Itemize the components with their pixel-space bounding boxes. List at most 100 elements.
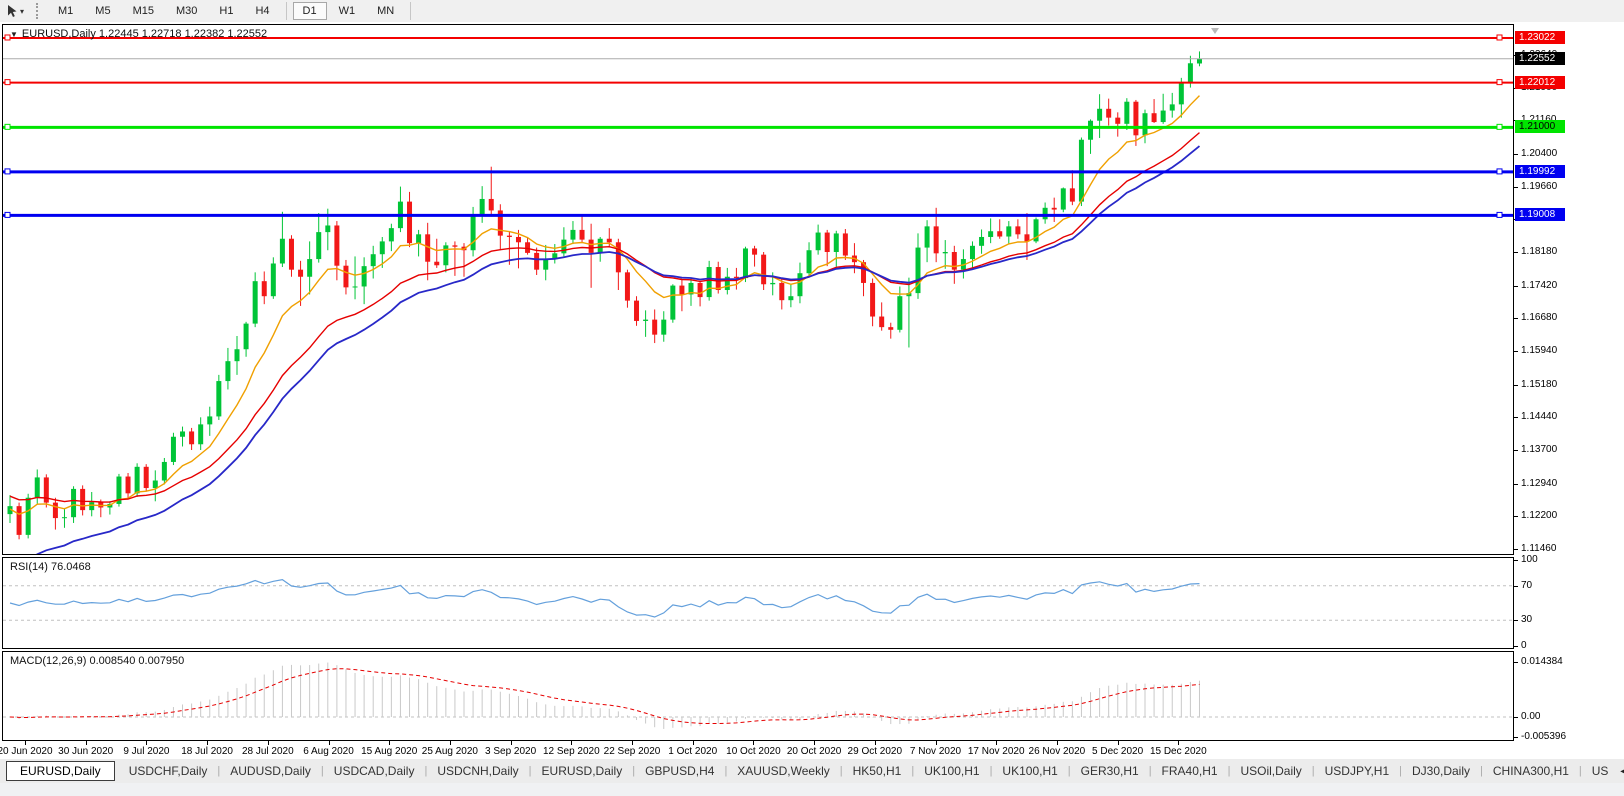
timeframe-button-h1[interactable]: H1 (209, 2, 243, 20)
time-tick-mark (511, 741, 512, 745)
tab-us[interactable]: US (1582, 762, 1619, 780)
tab-uk100-h1[interactable]: UK100,H1 (914, 762, 989, 780)
price-chart-canvas[interactable] (3, 25, 1513, 554)
time-tick-label: 6 Aug 2020 (303, 746, 354, 757)
time-tick-mark (389, 741, 390, 745)
time-tick-label: 22 Sep 2020 (604, 746, 661, 757)
tab-eurusd-daily[interactable]: EURUSD,Daily (532, 762, 633, 780)
tool-dropdown-caret[interactable]: ▾ (20, 7, 24, 16)
timeframe-button-m30[interactable]: M30 (166, 2, 207, 20)
hline-handle[interactable] (1497, 124, 1502, 129)
macd-tick-label: -0.005396 (1521, 731, 1566, 743)
tab-ger30-h1[interactable]: GER30,H1 (1071, 762, 1149, 780)
time-tick-label: 3 Sep 2020 (485, 746, 536, 757)
timeframe-button-m1[interactable]: M1 (48, 2, 83, 20)
line-price-badge: 1.21000 (1515, 120, 1565, 133)
macd-tick-label: 0.00 (1521, 711, 1540, 723)
hline-handle[interactable] (1497, 80, 1502, 85)
rsi-tick-label: 70 (1521, 580, 1532, 592)
hline-handle[interactable] (1497, 169, 1502, 174)
tab-china300-h1[interactable]: CHINA300,H1 (1483, 762, 1579, 780)
timeframe-button-mn[interactable]: MN (367, 2, 404, 20)
price-tick-label: 1.13700 (1521, 444, 1557, 456)
tab-xauusd-weekly[interactable]: XAUUSD,Weekly (727, 762, 839, 780)
hline-handle[interactable] (1497, 212, 1502, 217)
rsi-canvas[interactable] (3, 558, 1513, 648)
time-tick-mark (571, 741, 572, 745)
macd-label: MACD(12,26,9) 0.008540 0.007950 (10, 655, 184, 667)
rsi-tick-label: 30 (1521, 614, 1532, 626)
time-tick-label: 15 Aug 2020 (361, 746, 417, 757)
time-tick-mark (450, 741, 451, 745)
price-tick-mark (1514, 252, 1518, 253)
tab-hk50-h1[interactable]: HK50,H1 (843, 762, 912, 780)
time-tick-label: 9 Jul 2020 (123, 746, 169, 757)
hline-handle[interactable] (1497, 35, 1502, 40)
time-tick-mark (753, 741, 754, 745)
price-tick-mark (1514, 417, 1518, 418)
timeframe-button-m15[interactable]: M15 (123, 2, 164, 20)
price-tick-label: 1.16680 (1521, 312, 1557, 324)
line-price-badge: 1.22012 (1515, 76, 1565, 89)
price-tick-mark (1514, 385, 1518, 386)
rsi-panel: RSI(14) 76.0468 (2, 557, 1514, 649)
timeframe-toolbar: ▾ M1M5M15M30H1H4 D1W1MN (0, 0, 1624, 22)
macd-signal-line (10, 669, 1199, 724)
price-tick-label: 1.18180 (1521, 246, 1557, 258)
time-tick-mark (693, 741, 694, 745)
timeframe-button-m5[interactable]: M5 (85, 2, 120, 20)
tab-gbpusd-h4[interactable]: GBPUSD,H4 (635, 762, 724, 780)
line-price-badge: 1.19008 (1515, 208, 1565, 221)
time-tick-mark (25, 741, 26, 745)
time-tick-label: 5 Dec 2020 (1092, 746, 1143, 757)
macd-tick-mark (1514, 737, 1518, 738)
tab-eurusd-daily[interactable]: EURUSD,Daily (6, 761, 115, 781)
price-tick-label: 1.19660 (1521, 181, 1557, 193)
price-tick-label: 1.15940 (1521, 345, 1557, 357)
hline-handle[interactable] (5, 80, 10, 85)
tab-dj30-daily[interactable]: DJ30,Daily (1402, 762, 1480, 780)
rsi-tick-label: 100 (1521, 554, 1538, 566)
timeframe-button-h4[interactable]: H4 (245, 2, 279, 20)
price-tick-label: 1.20400 (1521, 148, 1557, 160)
tab-usdcad-daily[interactable]: USDCAD,Daily (324, 762, 425, 780)
chart-tab-bar: EURUSD,DailyUSDCHF,Daily|AUDUSD,Daily|US… (0, 759, 1624, 783)
macd-canvas[interactable] (3, 652, 1513, 740)
price-tick-mark (1514, 351, 1518, 352)
time-tick-label: 20 Oct 2020 (787, 746, 841, 757)
price-tick-label: 1.12940 (1521, 478, 1557, 490)
toolbar-grip[interactable] (36, 3, 41, 19)
hline-handle[interactable] (5, 212, 10, 217)
macd-tick-mark (1514, 717, 1518, 718)
time-tick-mark (207, 741, 208, 745)
line-price-badge: 1.23022 (1515, 31, 1565, 44)
ma-fast-line (10, 96, 1199, 515)
terminal-window: ▾ M1M5M15M30H1H4D1W1MN ▼EURUSD,Daily 1.2… (0, 0, 1624, 796)
tab-fra40-h1[interactable]: FRA40,H1 (1152, 762, 1228, 780)
hline-handle[interactable] (5, 169, 10, 174)
rsi-tick-label: 0 (1521, 640, 1527, 652)
line-price-badge: 1.19992 (1515, 165, 1565, 178)
tab-audusd-daily[interactable]: AUDUSD,Daily (220, 762, 321, 780)
tab-usdcnh-daily[interactable]: USDCNH,Daily (427, 762, 528, 780)
price-tick-mark (1514, 484, 1518, 485)
chart-shift-marker-icon[interactable] (1211, 28, 1219, 34)
time-tick-mark (936, 741, 937, 745)
toolbar-separator (286, 2, 287, 20)
time-tick-mark (1118, 741, 1119, 745)
hline-handle[interactable] (5, 124, 10, 129)
cursor-tool-button[interactable]: ▾ (0, 2, 30, 20)
toolbar-separator (410, 2, 411, 20)
tab-usdchf-daily[interactable]: USDCHF,Daily (119, 762, 218, 780)
time-tick-mark (814, 741, 815, 745)
tab-usdjpy-h1[interactable]: USDJPY,H1 (1315, 762, 1399, 780)
time-tick-mark (329, 741, 330, 745)
timeframe-button-w1[interactable]: W1 (329, 2, 366, 20)
tab-uk100-h1[interactable]: UK100,H1 (992, 762, 1067, 780)
tab-usoil-daily[interactable]: USOil,Daily (1230, 762, 1311, 780)
tab-scroll-left-icon[interactable]: ◄ (1618, 766, 1624, 776)
time-tick-mark (86, 741, 87, 745)
time-tick-label: 1 Oct 2020 (668, 746, 717, 757)
timeframe-button-d1[interactable]: D1 (293, 2, 327, 20)
rsi-label: RSI(14) 76.0468 (10, 561, 91, 573)
